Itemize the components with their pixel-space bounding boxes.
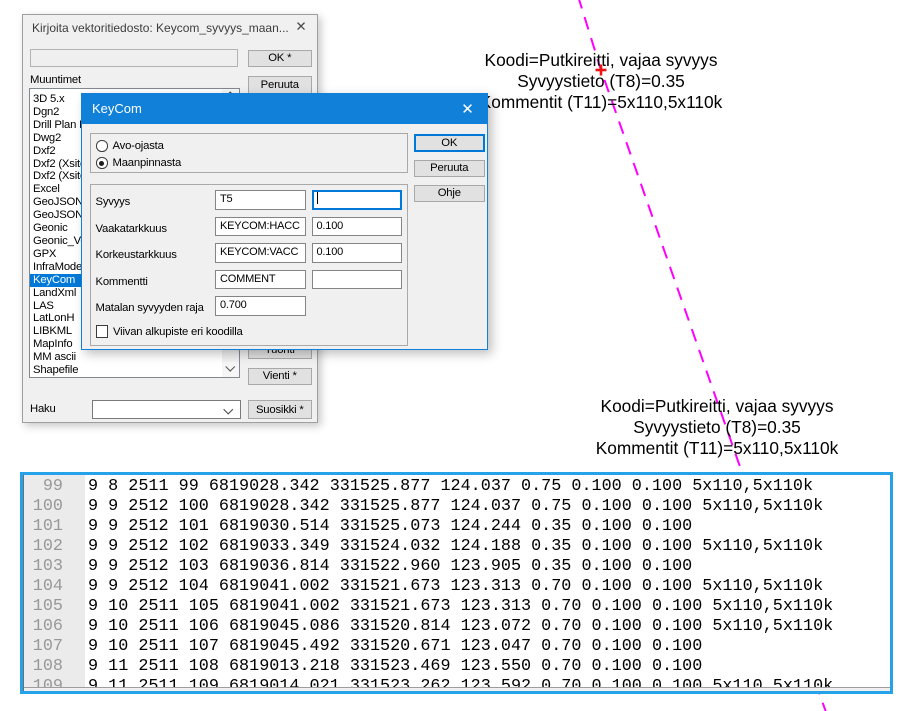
data-row: 1059 10 2511 105 6819041.002 331521.673 … — [24, 597, 890, 617]
export-button[interactable]: Vienti * — [248, 368, 312, 386]
close-icon[interactable]: ✕ — [292, 18, 310, 36]
data-row: 1019 9 2512 101 6819030.514 331525.073 1… — [24, 517, 890, 537]
field-label: Kommentti — [96, 276, 148, 288]
checkbox-icon[interactable] — [96, 325, 109, 338]
field-code-input[interactable]: KEYCOM:HACC — [215, 217, 306, 237]
source-groupbox: Avo-ojasta Maanpinnasta — [90, 133, 408, 174]
scrollbar-down-icon[interactable] — [222, 362, 239, 377]
field-value-input[interactable] — [312, 190, 403, 210]
line-text: 9 9 2512 104 6819041.002 331521.673 123.… — [85, 577, 823, 596]
favorite-button[interactable]: Suosikki * — [248, 400, 312, 419]
field-value-input[interactable] — [312, 270, 403, 290]
checkbox-row[interactable]: Viivan alkupiste eri koodilla — [96, 325, 243, 339]
field-label: Korkeustarkkuus — [96, 249, 177, 261]
chevron-down-icon[interactable] — [225, 406, 232, 413]
line-number: 102 — [24, 537, 85, 557]
line-text: 9 10 2511 105 6819041.002 331521.673 123… — [85, 597, 833, 616]
data-row: 1049 9 2512 104 6819041.002 331521.673 1… — [24, 577, 890, 597]
radio-option[interactable]: Maanpinnasta — [96, 157, 181, 170]
converter-item[interactable]: Shapefile — [30, 364, 222, 377]
vertex-plus-icon — [596, 65, 607, 76]
field-code-input[interactable]: KEYCOM:VACC — [215, 243, 306, 263]
field-label: Syvyys — [96, 196, 131, 208]
ok-button[interactable]: OK — [414, 134, 485, 152]
line-number: 101 — [24, 517, 85, 537]
line-number: 107 — [24, 637, 85, 657]
line-number: 99 — [24, 477, 85, 497]
filename-field[interactable] — [30, 49, 238, 67]
field-value-text: 0.100 — [317, 246, 344, 258]
radio-option[interactable]: Avo-ojasta — [96, 140, 164, 153]
converter-item[interactable]: MM ascii — [30, 351, 222, 364]
checkbox-label: Viivan alkupiste eri koodilla — [113, 326, 243, 338]
line-number: 108 — [24, 657, 85, 677]
converters-label: Muuntimet — [30, 74, 81, 86]
titlebar[interactable]: KeyCom ✕ — [82, 94, 487, 124]
data-text-editor[interactable]: 999 8 2511 99 6819028.342 331525.877 124… — [23, 475, 890, 691]
data-row: 1029 9 2512 102 6819033.349 331524.032 1… — [24, 537, 890, 557]
line-number: 100 — [24, 497, 85, 517]
field-label: Matalan syvyyden raja — [96, 302, 204, 314]
dialog-title: Kirjoita vektoritiedosto: Keycom_syvyys_… — [32, 21, 289, 35]
radio-icon[interactable] — [96, 157, 108, 169]
data-row: 1039 9 2512 103 6819036.814 331522.960 1… — [24, 557, 890, 577]
line-number: 103 — [24, 557, 85, 577]
dialog-title: KeyCom — [92, 101, 142, 116]
search-label: Haku — [30, 403, 56, 415]
line-text: 9 9 2512 102 6819033.349 331524.032 124.… — [85, 537, 823, 556]
line-text: 9 10 2511 106 6819045.086 331520.814 123… — [85, 617, 833, 636]
field-value-input[interactable]: 0.100 — [312, 243, 403, 263]
line-text: 9 10 2511 107 6819045.492 331520.671 123… — [85, 637, 702, 656]
search-combobox[interactable] — [92, 400, 241, 419]
field-label: Vaakatarkkuus — [96, 223, 167, 235]
radio-label: Maanpinnasta — [113, 157, 182, 170]
line-number: 105 — [24, 597, 85, 617]
line-text: 9 11 2511 108 6819013.218 331523.469 123… — [85, 657, 702, 676]
data-row: 1009 9 2512 100 6819028.342 331525.877 1… — [24, 497, 890, 517]
line-text: 9 9 2512 101 6819030.514 331525.073 124.… — [85, 517, 692, 536]
field-value-input[interactable]: 0.100 — [312, 217, 403, 237]
line-number: 106 — [24, 617, 85, 637]
data-text-panel[interactable]: 999 8 2511 99 6819028.342 331525.877 124… — [20, 472, 893, 694]
help-button[interactable]: Ohje — [414, 185, 485, 203]
keycom-dialog: KeyCom ✕ Avo-ojasta Maanpinnasta Syvyys — [81, 93, 488, 350]
data-row: 1089 11 2511 108 6819013.218 331523.469 … — [24, 657, 890, 677]
radio-icon[interactable] — [96, 140, 108, 152]
radio-label: Avo-ojasta — [113, 140, 164, 153]
field-code-input[interactable]: COMMENT — [215, 270, 306, 290]
cancel-button[interactable]: Peruuta — [414, 160, 485, 178]
application-canvas: Koodi=Putkireitti, vajaa syvyys Syvyysti… — [0, 0, 914, 711]
ok-button[interactable]: OK * — [248, 50, 312, 67]
line-text: 9 9 2512 100 6819028.342 331525.877 124.… — [85, 497, 823, 516]
data-row: 999 8 2511 99 6819028.342 331525.877 124… — [24, 477, 890, 497]
horizontal-scrollbar[interactable] — [24, 687, 890, 691]
text-caret — [317, 192, 318, 204]
data-rows: 999 8 2511 99 6819028.342 331525.877 124… — [24, 477, 890, 691]
field-code-input[interactable]: T5 — [215, 190, 306, 210]
cancel-button[interactable]: Peruuta — [248, 76, 312, 94]
data-row: 1079 10 2511 107 6819045.492 331520.671 … — [24, 637, 890, 657]
field-value-text: 0.100 — [317, 220, 344, 232]
line-text: 9 9 2512 103 6819036.814 331522.960 123.… — [85, 557, 692, 576]
line-text: 9 8 2511 99 6819028.342 331525.877 124.0… — [85, 477, 813, 496]
line-number: 104 — [24, 577, 85, 597]
close-icon[interactable]: ✕ — [455, 97, 481, 120]
data-row: 1069 10 2511 106 6819045.086 331520.814 … — [24, 617, 890, 637]
field-code-input[interactable]: 0.700 — [215, 296, 306, 316]
